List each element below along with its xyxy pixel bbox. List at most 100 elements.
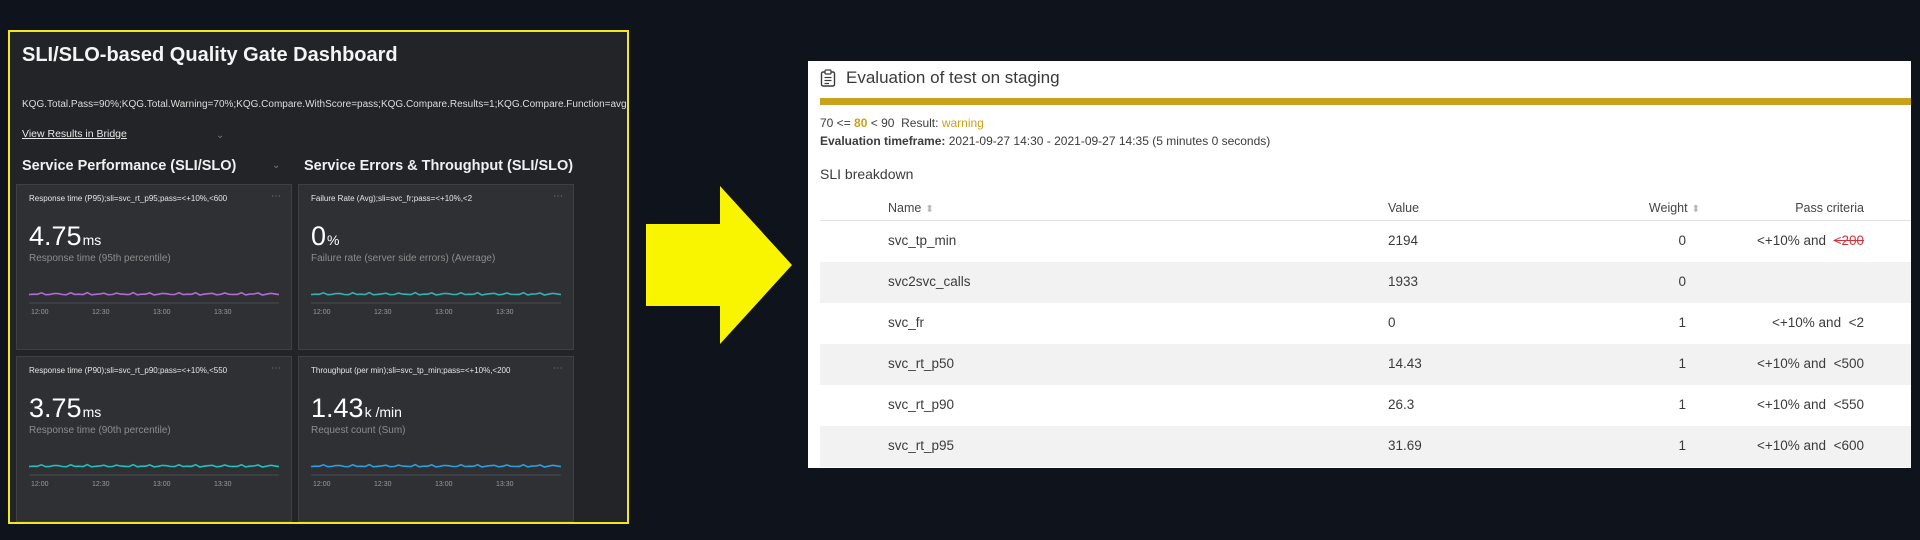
failed-threshold: <200 bbox=[1833, 233, 1864, 248]
tile-value: 0% bbox=[311, 221, 340, 251]
tick-label: 12:30 bbox=[374, 309, 392, 316]
table-row[interactable]: svc_rt_p50 14.43 1 <+10% and <500 bbox=[820, 344, 1911, 385]
tick-label: 13:00 bbox=[153, 481, 171, 488]
table-row[interactable]: svc_rt_p95 31.69 1 <+10% and <600 bbox=[820, 426, 1911, 467]
more-icon[interactable]: ⋯ bbox=[271, 363, 281, 374]
table-header: Name ⬍ Value Weight ⬍ Pass criteria bbox=[820, 194, 1911, 221]
tick-label: 13:00 bbox=[153, 309, 171, 316]
tile-subtitle: Response time (95th percentile) bbox=[29, 253, 171, 264]
tile-subtitle: Failure rate (server side errors) (Avera… bbox=[311, 253, 496, 264]
tick-label: 13:00 bbox=[435, 309, 453, 316]
more-icon[interactable]: ⋯ bbox=[271, 191, 281, 202]
sparkline-series bbox=[29, 291, 279, 296]
tile-header: Response time (P90);sli=svc_rt_p90;pass=… bbox=[29, 366, 228, 375]
more-icon[interactable]: ⋯ bbox=[553, 363, 563, 374]
column-header-weight[interactable]: Weight ⬍ bbox=[1649, 201, 1700, 215]
sli-weight: 1 bbox=[1678, 397, 1686, 412]
sparkline-chart: 12:00 12:30 13:00 13:30 bbox=[29, 291, 279, 316]
tick-label: 12:30 bbox=[92, 309, 110, 316]
tick-label: 13:30 bbox=[214, 309, 232, 316]
evaluation-title: Evaluation of test on staging bbox=[846, 68, 1060, 87]
dashboard-title: SLI/SLO-based Quality Gate Dashboard bbox=[22, 44, 398, 66]
sli-pass-criteria: <+10% and <200 bbox=[1757, 233, 1864, 248]
tick-label: 12:00 bbox=[313, 309, 331, 316]
sli-weight: 1 bbox=[1678, 438, 1686, 453]
tile-value: 1.43k /min bbox=[311, 393, 402, 423]
sli-name: svc2svc_calls bbox=[888, 274, 971, 289]
column-header-pass-criteria: Pass criteria bbox=[1795, 201, 1864, 215]
sli-pass-criteria: <+10% and <2 bbox=[1772, 315, 1864, 330]
sli-weight: 0 bbox=[1678, 233, 1686, 248]
tile-response-time-p95[interactable]: Response time (P95);sli=svc_rt_p95;pass=… bbox=[16, 184, 292, 350]
sparkline-chart: 12:00 12:30 13:00 13:30 bbox=[29, 463, 279, 488]
clipboard-icon bbox=[820, 69, 836, 87]
tile-subtitle: Request count (Sum) bbox=[311, 425, 406, 436]
sparkline-series bbox=[29, 463, 279, 468]
sli-value: 26.3 bbox=[1388, 397, 1415, 412]
evaluation-timeframe: Evaluation timeframe: 2021-09-27 14:30 -… bbox=[820, 134, 1271, 148]
sli-pass-criteria: <+10% and <550 bbox=[1757, 397, 1864, 412]
tick-label: 12:30 bbox=[92, 481, 110, 488]
dashboard-criteria: KQG.Total.Pass=90%;KQG.Total.Warning=70%… bbox=[22, 99, 627, 110]
tile-header: Failure Rate (Avg);sli=svc_fr;pass=<+10%… bbox=[311, 194, 473, 203]
more-icon[interactable]: ⋯ bbox=[553, 191, 563, 202]
score-range: 70 <= 80 < 90 Result: warning bbox=[820, 116, 984, 130]
sli-value: 2194 bbox=[1388, 233, 1419, 248]
tile-header: Throughput (per min);sli=svc_tp_min;pass… bbox=[311, 366, 511, 375]
table-row[interactable]: svc_fr 0 1 <+10% and <2 bbox=[820, 303, 1911, 344]
column-header-value: Value bbox=[1388, 201, 1420, 215]
sli-weight: 1 bbox=[1678, 315, 1686, 330]
column-header-name[interactable]: Name ⬍ bbox=[888, 201, 934, 215]
sparkline-chart: 12:00 12:30 13:00 13:30 bbox=[311, 463, 561, 488]
score-bar bbox=[820, 98, 1911, 105]
sli-value: 31.69 bbox=[1388, 438, 1422, 453]
sparkline-chart: 12:00 12:30 13:00 13:30 bbox=[311, 291, 561, 316]
table-row[interactable]: svc_tp_min 2194 0 <+10% and <200 bbox=[820, 221, 1911, 262]
evaluation-panel: Evaluation of test on staging 70 <= 80 <… bbox=[808, 61, 1911, 468]
sli-name: svc_fr bbox=[888, 315, 925, 330]
section-title-performance: Service Performance (SLI/SLO) bbox=[22, 158, 237, 174]
tick-label: 13:30 bbox=[496, 481, 514, 488]
sli-breakdown-heading: SLI breakdown bbox=[820, 166, 914, 182]
tick-label: 12:00 bbox=[313, 481, 331, 488]
arrow-right-icon bbox=[646, 186, 792, 344]
sli-weight: 1 bbox=[1678, 356, 1686, 371]
sli-weight: 0 bbox=[1678, 274, 1686, 289]
sli-value: 0 bbox=[1388, 315, 1396, 330]
sli-pass-criteria: <+10% and <600 bbox=[1757, 438, 1864, 453]
table-row[interactable]: svc2svc_calls 1933 0 bbox=[820, 262, 1911, 303]
tick-label: 12:00 bbox=[31, 481, 49, 488]
sparkline-series bbox=[311, 291, 561, 296]
sli-value: 1933 bbox=[1388, 274, 1419, 289]
tile-value: 3.75ms bbox=[29, 393, 102, 423]
view-results-link[interactable]: View Results in Bridge bbox=[22, 128, 127, 140]
sli-name: svc_rt_p95 bbox=[888, 438, 955, 453]
sli-pass-criteria: <+10% and <500 bbox=[1757, 356, 1864, 371]
tile-throughput[interactable]: Throughput (per min);sli=svc_tp_min;pass… bbox=[298, 356, 574, 522]
sli-name: svc_rt_p90 bbox=[888, 397, 955, 412]
tile-response-time-p90[interactable]: Response time (P90);sli=svc_rt_p90;pass=… bbox=[16, 356, 292, 522]
sli-name: svc_tp_min bbox=[888, 233, 957, 248]
sparkline-series bbox=[311, 463, 561, 468]
section-title-errors: Service Errors & Throughput (SLI/SLO) bbox=[304, 158, 574, 174]
tick-label: 13:30 bbox=[496, 309, 514, 316]
tick-label: 12:30 bbox=[374, 481, 392, 488]
quality-gate-dashboard: SLI/SLO-based Quality Gate Dashboard KQG… bbox=[8, 30, 629, 524]
sli-pass-criteria bbox=[1860, 274, 1864, 289]
result-value: warning bbox=[941, 116, 984, 130]
tile-header: Response time (P95);sli=svc_rt_p95;pass=… bbox=[29, 194, 228, 203]
score-value: 80 bbox=[854, 116, 868, 130]
chevron-down-icon: ⌄ bbox=[272, 160, 281, 171]
tick-label: 13:30 bbox=[214, 481, 232, 488]
sli-name: svc_rt_p50 bbox=[888, 356, 955, 371]
tick-label: 13:00 bbox=[435, 481, 453, 488]
sort-icon[interactable]: ⬍ bbox=[925, 204, 933, 215]
tile-subtitle: Response time (90th percentile) bbox=[29, 425, 171, 436]
tile-value: 4.75ms bbox=[29, 221, 102, 251]
tick-label: 12:00 bbox=[31, 309, 49, 316]
chevron-down-icon: ⌄ bbox=[216, 130, 225, 141]
table-row[interactable]: svc_rt_p90 26.3 1 <+10% and <550 bbox=[820, 385, 1911, 426]
tile-failure-rate[interactable]: Failure Rate (Avg);sli=svc_fr;pass=<+10%… bbox=[298, 184, 574, 350]
sort-icon[interactable]: ⬍ bbox=[1692, 204, 1700, 215]
sli-value: 14.43 bbox=[1388, 356, 1422, 371]
